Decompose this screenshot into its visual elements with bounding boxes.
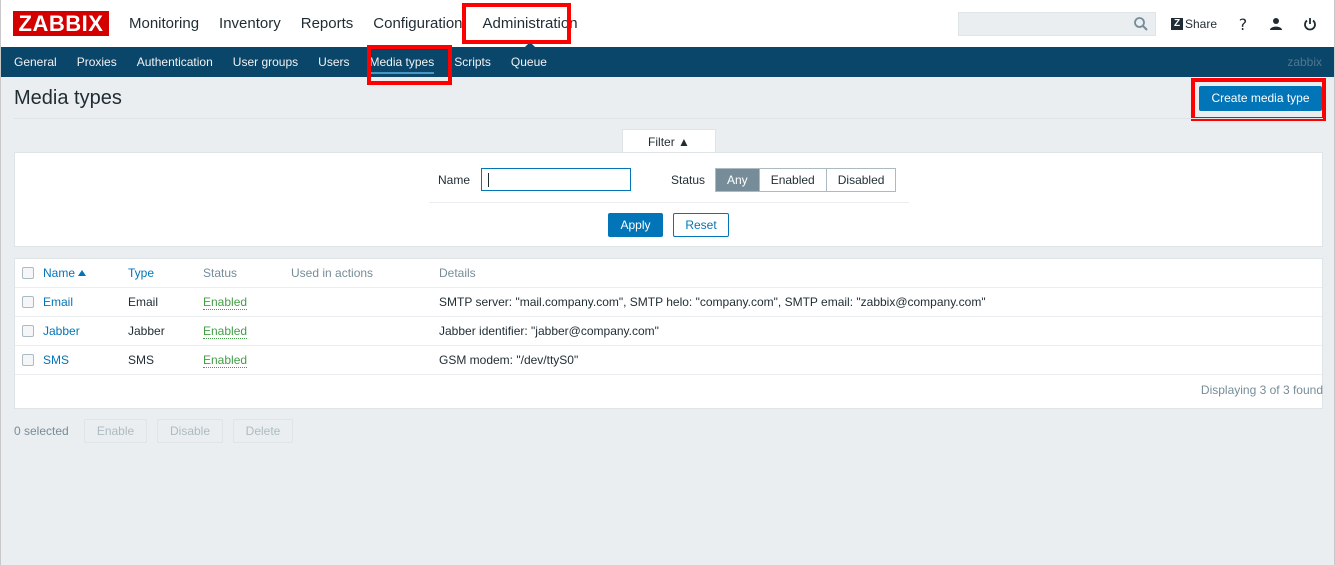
media-type-type: Email bbox=[128, 295, 159, 309]
submenu-general[interactable]: General bbox=[14, 47, 57, 77]
sub-menu: General Proxies Authentication User grou… bbox=[14, 47, 567, 77]
column-header-used-in-actions: Used in actions bbox=[291, 266, 374, 280]
details-cell: GSM modem: "/dev/ttyS0" bbox=[439, 353, 579, 367]
filter-name-label: Name bbox=[438, 173, 471, 187]
filter-panel bbox=[14, 152, 1323, 247]
status-cell: Enabled bbox=[203, 288, 248, 317]
server-name: zabbix bbox=[1287, 55, 1322, 69]
submenu-media-types[interactable]: Media types bbox=[369, 47, 434, 77]
row-checkbox[interactable] bbox=[22, 296, 34, 308]
submenu-queue[interactable]: Queue bbox=[511, 47, 547, 77]
enable-button[interactable]: Enable bbox=[84, 419, 147, 443]
text-caret bbox=[488, 173, 489, 187]
filter-name-input[interactable] bbox=[481, 168, 631, 191]
row-checkbox[interactable] bbox=[22, 354, 34, 366]
menu-configuration[interactable]: Configuration bbox=[373, 0, 462, 47]
filter-status-label: Status bbox=[671, 173, 706, 187]
media-type-type: SMS bbox=[128, 353, 155, 367]
table-header-row: Name Type Status Used in actions Details bbox=[15, 259, 1322, 288]
disable-button[interactable]: Disable bbox=[157, 419, 223, 443]
media-type-name-link[interactable]: Jabber bbox=[43, 317, 80, 346]
sort-asc-icon bbox=[78, 270, 87, 276]
table-footer-count: Displaying 3 of 3 found bbox=[1200, 383, 1323, 397]
status-cell: Enabled bbox=[203, 317, 248, 346]
share-label: Share bbox=[1185, 17, 1218, 31]
submenu-proxies[interactable]: Proxies bbox=[77, 47, 117, 77]
filter-tab[interactable]: Filter ▲ bbox=[622, 129, 716, 153]
menu-monitoring[interactable]: Monitoring bbox=[129, 0, 199, 47]
table-row: SMS SMS Enabled GSM modem: "/dev/ttyS0" bbox=[15, 346, 1322, 375]
apply-button[interactable]: Apply bbox=[608, 213, 663, 237]
page-title: Media types bbox=[14, 87, 122, 109]
sub-menu-bar: General Proxies Authentication User grou… bbox=[1, 47, 1334, 77]
status-toggle-link[interactable]: Enabled bbox=[203, 353, 248, 368]
selected-count: 0 selected bbox=[14, 424, 69, 438]
media-type-type: Jabber bbox=[128, 324, 165, 338]
status-toggle-link[interactable]: Enabled bbox=[203, 324, 248, 339]
status-any-option[interactable]: Any bbox=[716, 169, 759, 191]
share-button[interactable]: Z Share bbox=[1171, 12, 1217, 36]
table-row: Jabber Jabber Enabled Jabber identifier:… bbox=[15, 317, 1322, 346]
media-type-name-link[interactable]: SMS bbox=[43, 346, 69, 375]
help-icon[interactable]: ? bbox=[1233, 14, 1253, 34]
title-divider bbox=[14, 118, 1323, 119]
details-cell: SMTP server: "mail.company.com", SMTP he… bbox=[439, 295, 986, 309]
submenu-user-groups[interactable]: User groups bbox=[233, 47, 298, 77]
status-disabled-option[interactable]: Disabled bbox=[825, 169, 896, 191]
filter-separator bbox=[429, 202, 909, 203]
submenu-users[interactable]: Users bbox=[318, 47, 349, 77]
media-types-table: Name Type Status Used in actions Details… bbox=[14, 258, 1323, 409]
status-toggle-link[interactable]: Enabled bbox=[203, 295, 248, 310]
status-enabled-option[interactable]: Enabled bbox=[758, 169, 826, 191]
zabbix-share-icon: Z bbox=[1171, 18, 1183, 30]
zabbix-logo[interactable]: ZABBIX bbox=[13, 11, 109, 36]
search-icon[interactable] bbox=[1133, 16, 1149, 32]
status-cell: Enabled bbox=[203, 346, 248, 375]
menu-administration[interactable]: Administration bbox=[483, 0, 578, 47]
user-icon[interactable] bbox=[1266, 14, 1286, 34]
column-header-status: Status bbox=[203, 266, 238, 280]
menu-inventory[interactable]: Inventory bbox=[219, 0, 281, 47]
submenu-scripts[interactable]: Scripts bbox=[454, 47, 491, 77]
column-header-details: Details bbox=[439, 266, 476, 280]
global-search-input[interactable] bbox=[958, 12, 1156, 36]
top-bar: ZABBIX Monitoring Inventory Reports Conf… bbox=[1, 0, 1334, 47]
menu-reports[interactable]: Reports bbox=[301, 0, 354, 47]
table-row: Email Email Enabled SMTP server: "mail.c… bbox=[15, 288, 1322, 317]
delete-button[interactable]: Delete bbox=[233, 419, 293, 443]
select-all-checkbox[interactable] bbox=[22, 267, 34, 279]
media-type-name-link[interactable]: Email bbox=[43, 288, 73, 317]
details-cell: Jabber identifier: "jabber@company.com" bbox=[439, 324, 659, 338]
row-checkbox[interactable] bbox=[22, 325, 34, 337]
logout-icon[interactable] bbox=[1300, 14, 1320, 34]
column-header-type[interactable]: Type bbox=[128, 259, 154, 288]
create-media-type-button[interactable]: Create media type bbox=[1199, 86, 1322, 111]
status-segmented-control: Any Enabled Disabled bbox=[715, 168, 897, 192]
submenu-authentication[interactable]: Authentication bbox=[137, 47, 213, 77]
main-menu: Monitoring Inventory Reports Configurati… bbox=[129, 0, 598, 47]
column-header-name[interactable]: Name bbox=[43, 259, 87, 288]
column-header-name-label: Name bbox=[43, 266, 76, 280]
reset-button[interactable]: Reset bbox=[673, 213, 729, 237]
